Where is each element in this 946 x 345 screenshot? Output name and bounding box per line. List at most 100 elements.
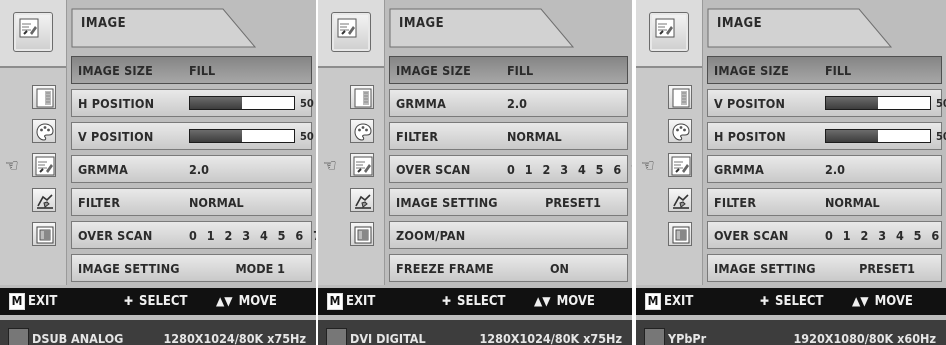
level-slider[interactable] xyxy=(189,129,295,143)
move-hint: ▲▼ MOVE xyxy=(534,294,595,309)
menu-item[interactable]: OVER SCAN 0 1 2 3 4 5 6 7 8 xyxy=(389,155,632,183)
osd-menu-panel: ☜ IMAGE IMAGE SIZEFILLV POSITON50H POSIT… xyxy=(636,0,946,345)
level-slider[interactable] xyxy=(825,96,931,110)
input-source: DVI DIGITAL xyxy=(350,331,426,345)
status-bar: YPbPr 1920X1080/80K x60Hz xyxy=(636,320,946,345)
up-down-arrows-icon: ▲▼ xyxy=(534,294,551,308)
menu-item[interactable]: GRMMA 2.0 xyxy=(71,155,312,183)
slider-value: 50 xyxy=(300,97,314,110)
menu-item[interactable]: IMAGE SETTING PRESET1 xyxy=(707,254,942,282)
sidebar-header xyxy=(636,0,702,68)
plus-icon: ✚ xyxy=(442,294,452,308)
menu-footer: M EXIT ✚ SELECT ▲▼ MOVE xyxy=(318,288,632,315)
menu-item-value: FILL xyxy=(825,63,852,78)
image-settings-icon xyxy=(649,12,689,52)
slider-value: 50 xyxy=(300,130,314,143)
menu-item[interactable]: GRMMA 2.0 xyxy=(707,155,942,183)
color-grid-icon[interactable] xyxy=(668,85,692,109)
overscan-values: 0 1 2 3 4 5 6 7 8 xyxy=(825,228,946,243)
move-label: MOVE xyxy=(874,294,913,309)
window-icon[interactable] xyxy=(32,222,56,246)
menu-item[interactable]: FILTER NORMAL xyxy=(707,188,942,216)
status-bar: DSUB ANALOG 1280X1024/80K x75Hz xyxy=(0,320,316,345)
menu-item-value: FILL xyxy=(507,63,534,78)
exit-hint[interactable]: EXIT xyxy=(346,294,375,309)
select-label: SELECT xyxy=(457,294,506,309)
menu-item[interactable]: FILTER NORMAL xyxy=(389,122,628,150)
menu-item[interactable]: GRMMA 2.0 xyxy=(389,89,628,117)
menu-item-value: NORMAL xyxy=(189,195,244,210)
menu-item-label: IMAGE SETTING xyxy=(78,261,180,276)
pointing-hand-icon: ☜ xyxy=(641,156,655,176)
menu-item[interactable]: IMAGE SETTING MODE 1 xyxy=(71,254,312,282)
slider-value: 50 xyxy=(936,97,946,110)
menu-item-label: IMAGE SIZE xyxy=(396,63,472,78)
osd-menu-panel: ☜ IMAGE IMAGE SIZE FILL H POSITION 50 V POSI… xyxy=(0,0,316,345)
menu-item[interactable]: V POSITON 50 xyxy=(707,89,946,117)
image-settings-icon[interactable] xyxy=(668,153,692,177)
hand-adjust-icon[interactable] xyxy=(668,188,692,212)
plus-icon: ✚ xyxy=(124,294,134,308)
menu-item-label: H POSITION xyxy=(78,96,155,111)
menu-item[interactable]: V POSITION 50 xyxy=(71,122,314,150)
menu-item-value: PRESET1 xyxy=(859,261,915,276)
menu-item[interactable]: FREEZE FRAME ON xyxy=(389,254,628,282)
select-label: SELECT xyxy=(775,294,824,309)
menu-item[interactable]: IMAGE SETTING PRESET1 xyxy=(389,188,628,216)
hand-adjust-icon[interactable] xyxy=(350,188,374,212)
menu-item-value: ON xyxy=(550,261,569,276)
exit-hint[interactable]: EXIT xyxy=(28,294,57,309)
menu-item-label: V POSITION xyxy=(78,129,154,144)
up-down-arrows-icon: ▲▼ xyxy=(216,294,233,308)
image-settings-icon[interactable] xyxy=(32,153,56,177)
color-grid-icon[interactable] xyxy=(350,85,374,109)
menu-item-value: 2.0 xyxy=(507,96,527,111)
menu-item[interactable]: H POSITION 50 xyxy=(71,89,314,117)
menu-item-label: OVER SCAN xyxy=(396,162,471,177)
menu-item-value: FILL xyxy=(189,63,216,78)
image-settings-icon xyxy=(13,12,53,52)
menu-item[interactable]: FILTER NORMAL xyxy=(71,188,312,216)
menu-item[interactable]: H POSITON 50 xyxy=(707,122,946,150)
menu-key-icon: M xyxy=(9,293,25,310)
panel-divider xyxy=(634,0,636,345)
menu-item-label: H POSITON xyxy=(714,129,786,144)
move-label: MOVE xyxy=(238,294,277,309)
level-slider[interactable] xyxy=(825,129,931,143)
palette-icon[interactable] xyxy=(350,119,374,143)
menu-item[interactable]: OVER SCAN 0 1 2 3 4 5 6 7 8 xyxy=(71,221,316,249)
exit-hint[interactable]: EXIT xyxy=(664,294,693,309)
menu-item[interactable]: IMAGE SIZE FILL xyxy=(389,56,628,84)
menu-item-label: FILTER xyxy=(396,129,439,144)
menu-sidebar: ☜ xyxy=(0,0,67,285)
window-icon[interactable] xyxy=(668,222,692,246)
select-hint: ✚ SELECT xyxy=(442,294,505,309)
menu-item-label: ZOOM/PAN xyxy=(396,228,466,243)
menu-item[interactable]: ZOOM/PAN xyxy=(389,221,628,249)
move-label: MOVE xyxy=(556,294,595,309)
color-grid-icon[interactable] xyxy=(32,85,56,109)
menu-tab: IMAGE xyxy=(389,8,574,48)
palette-icon[interactable] xyxy=(668,119,692,143)
level-slider[interactable] xyxy=(189,96,295,110)
up-down-arrows-icon: ▲▼ xyxy=(852,294,869,308)
source-icon xyxy=(326,328,347,345)
palette-icon[interactable] xyxy=(32,119,56,143)
hand-adjust-icon[interactable] xyxy=(32,188,56,212)
menu-tab: IMAGE xyxy=(71,8,256,48)
menu-item[interactable]: IMAGE SIZE FILL xyxy=(71,56,312,84)
menu-item[interactable]: OVER SCAN 0 1 2 3 4 5 6 7 8 xyxy=(707,221,946,249)
select-label: SELECT xyxy=(139,294,188,309)
slider-fill xyxy=(826,130,878,142)
menu-item-label: IMAGE SIZE xyxy=(78,63,154,78)
menu-item[interactable]: IMAGE SIZE FILL xyxy=(707,56,942,84)
slider-value: 50 xyxy=(936,130,946,143)
menu-item-label: IMAGE SETTING xyxy=(396,195,498,210)
menu-item-label: GRMMA xyxy=(714,162,764,177)
menu-item-label: FREEZE FRAME xyxy=(396,261,494,276)
status-bar: DVI DIGITAL 1280X1024/80K x75Hz xyxy=(318,320,632,345)
window-icon[interactable] xyxy=(350,222,374,246)
signal-resolution: 1920X1080/80K x60Hz xyxy=(793,331,936,345)
image-settings-icon[interactable] xyxy=(350,153,374,177)
slider-fill xyxy=(826,97,878,109)
